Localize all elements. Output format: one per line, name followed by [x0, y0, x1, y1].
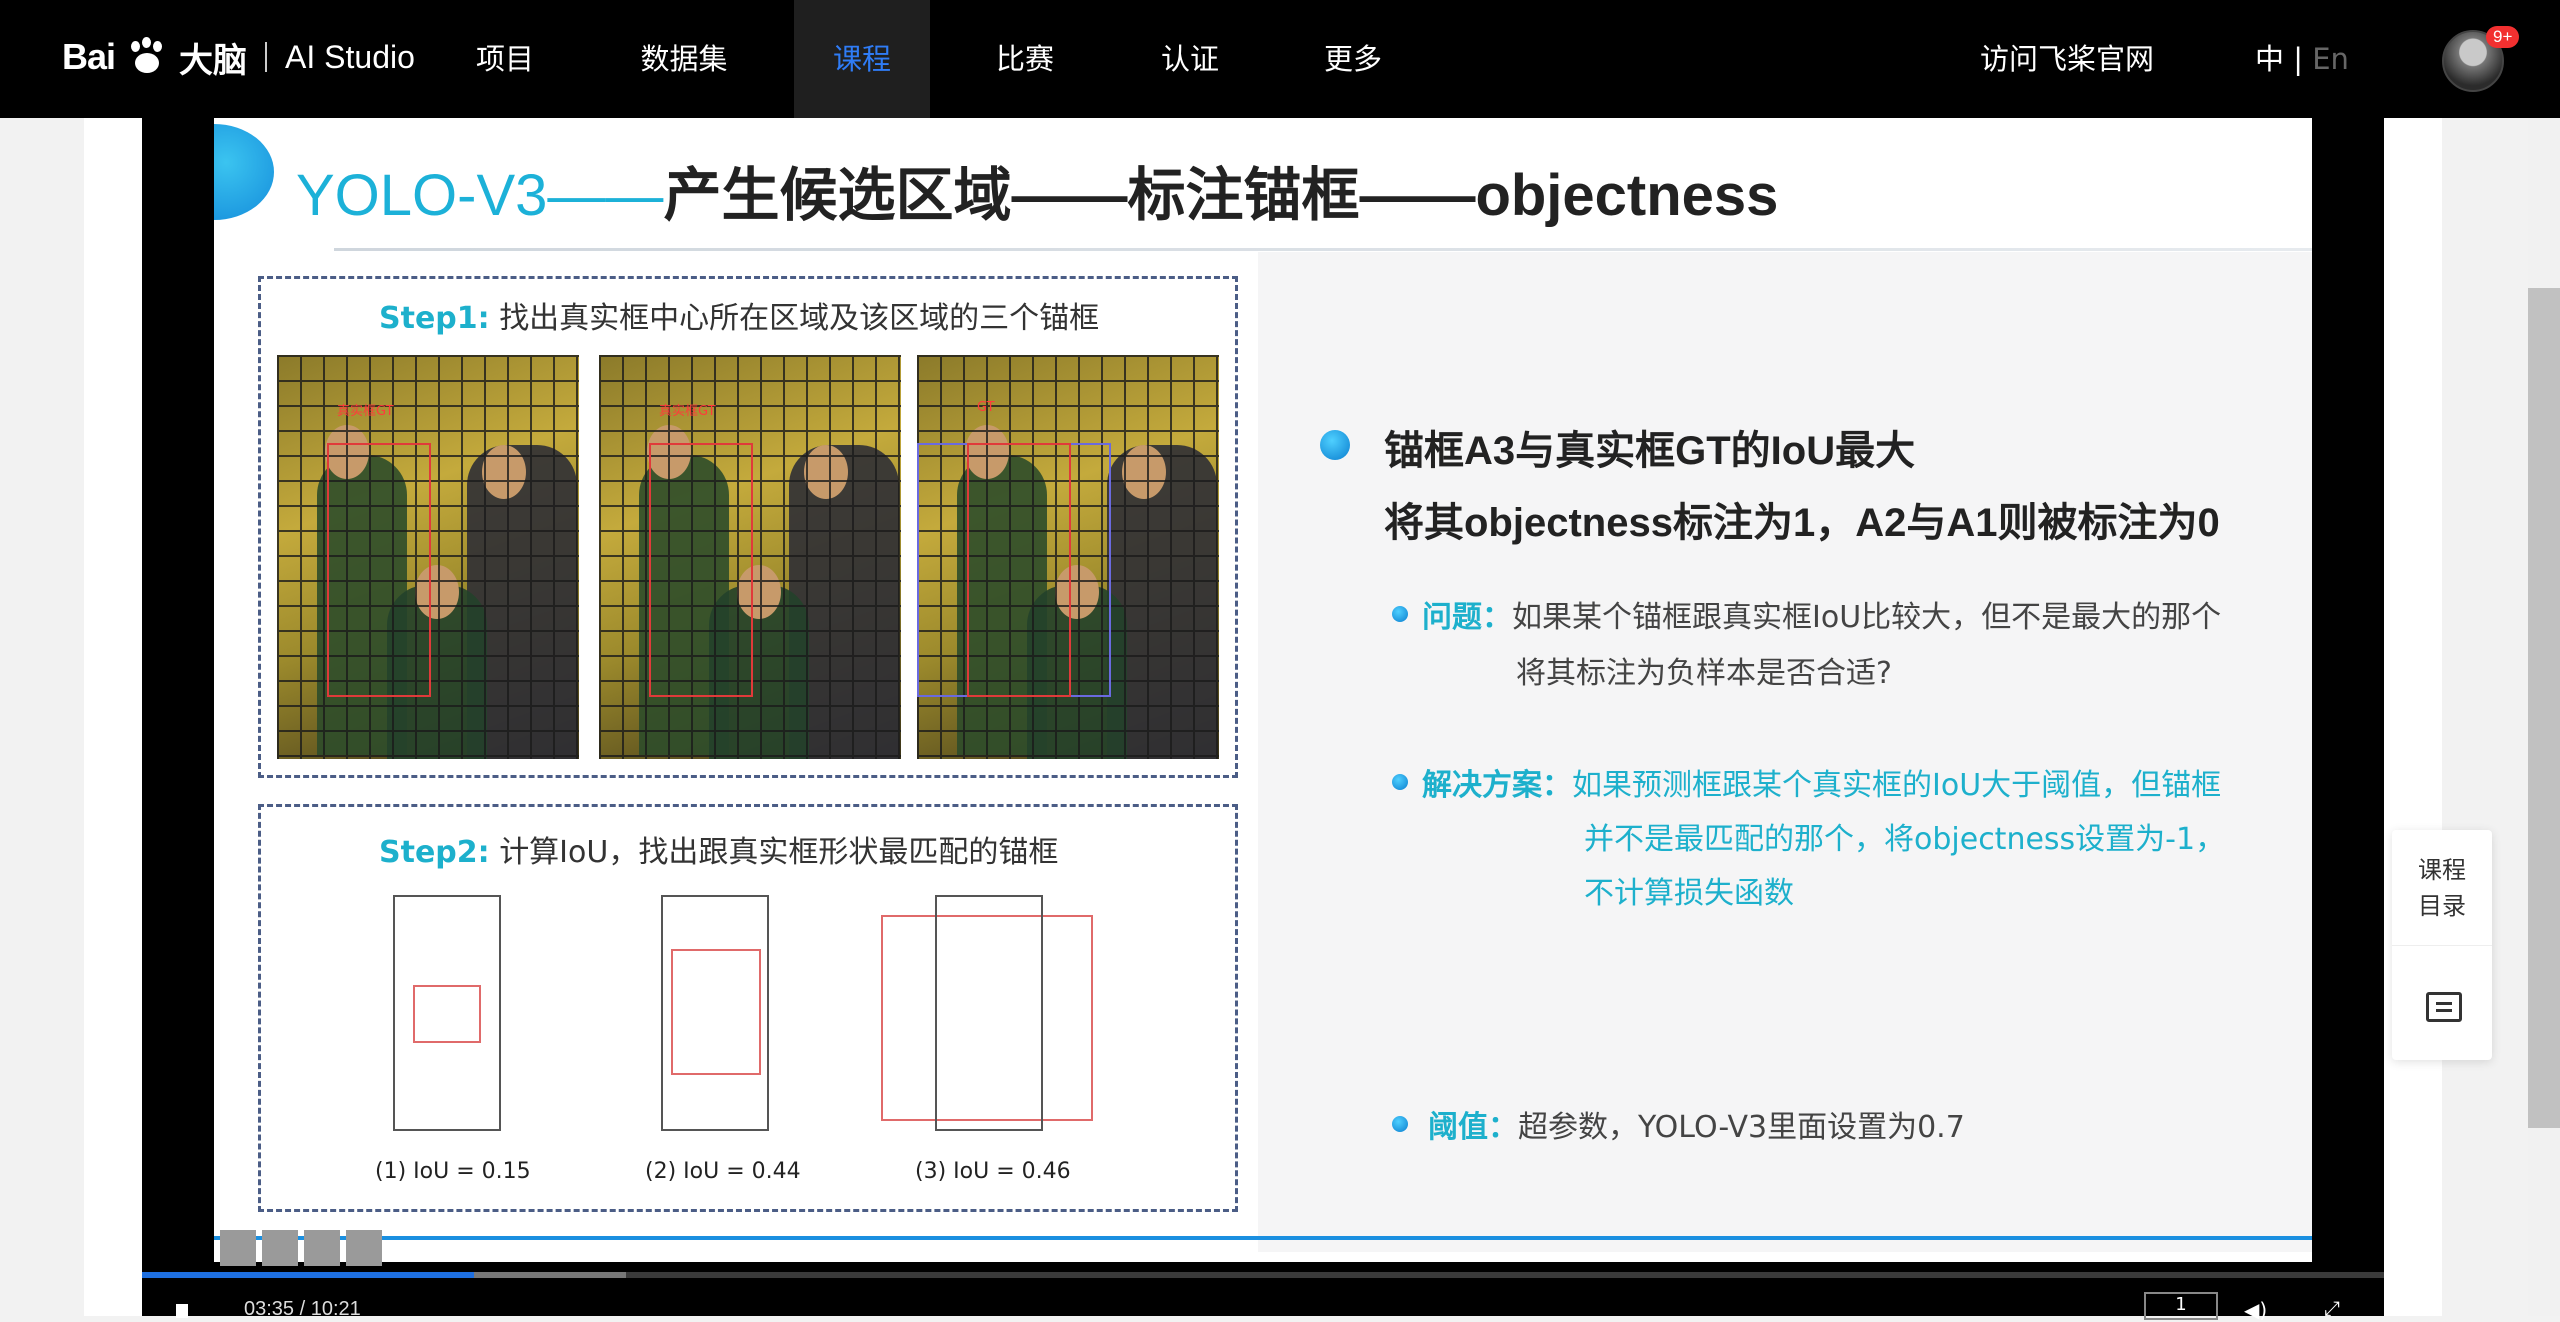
logo-studio-text: AI Studio — [285, 38, 415, 75]
player-control-bar — [142, 1278, 2384, 1316]
solution-bullet-icon — [1392, 774, 1408, 790]
course-catalog-button[interactable]: 课程 目录 — [2392, 852, 2492, 924]
threshold-key: 阈值： — [1428, 1110, 1518, 1145]
photo-1-gt-box — [327, 443, 431, 697]
solution-text: 如果预测框跟某个真实框的IoU大于阈值，但锚框 — [1572, 768, 2222, 803]
fullscreen-icon[interactable]: ⤢ — [2324, 1296, 2340, 1320]
next-slide-icon[interactable] — [346, 1230, 382, 1266]
iou1-caption: (1) IoU = 0.15 — [375, 1159, 531, 1184]
title-underline — [334, 248, 2312, 251]
nav-courses[interactable]: 课程 — [794, 0, 930, 118]
iou2-caption: (2) IoU = 0.44 — [645, 1159, 801, 1184]
logo-divider — [265, 42, 268, 72]
iou3-gt-rect — [935, 895, 1043, 1131]
question-bullet-icon — [1392, 606, 1408, 622]
lang-cn[interactable]: 中 — [2255, 42, 2284, 76]
logo-bai-text: Bai — [62, 36, 116, 77]
threshold-text: 超参数，YOLO-V3里面设置为0.7 — [1518, 1110, 1965, 1145]
side-floating-panel: 课程 目录 — [2392, 830, 2492, 1060]
iou3-caption: (3) IoU = 0.46 — [915, 1159, 1071, 1184]
photo-1-label: 真实框GT — [337, 404, 394, 419]
volume-icon[interactable]: ◀) — [2244, 1298, 2267, 1322]
visit-paddle-link[interactable]: 访问飞桨官网 — [1980, 0, 2154, 118]
solution-line1: 解决方案：如果预测框跟某个真实框的IoU大于阈值，但锚框 — [1422, 760, 2221, 804]
title-circle-decoration — [214, 124, 274, 220]
step2-heading: Step2: 计算IoU，找出跟真实框形状最匹配的锚框 — [379, 827, 1058, 871]
photo-1: 真实框GT — [277, 355, 579, 759]
question-key: 问题： — [1422, 600, 1512, 635]
slide-toolbar — [220, 1230, 382, 1266]
lang-separator: | — [2293, 42, 2304, 76]
main-point-line1: 锚框A3与真实框GT的IoU最大 — [1384, 429, 1916, 473]
catalog-line2: 目录 — [2418, 892, 2466, 920]
photo-3-label: GT — [977, 400, 995, 415]
page-scrollbar[interactable] — [2528, 118, 2560, 1316]
lang-en[interactable]: En — [2312, 42, 2349, 76]
logo-dunao-text: 大脑 — [179, 41, 248, 80]
question-text: 如果某个锚框跟真实框IoU比较大，但不是最大的那个 — [1512, 600, 2222, 635]
catalog-line1: 课程 — [2418, 856, 2466, 884]
solution-key: 解决方案： — [1422, 768, 1572, 803]
step1-heading: Step1: 找出真实框中心所在区域及该区域的三个锚框 — [379, 293, 1099, 337]
question-line1: 问题：如果某个锚框跟真实框IoU比较大，但不是最大的那个 — [1422, 592, 2221, 636]
baidu-aistudio-logo[interactable]: Bai 大脑 AI Studio — [62, 22, 415, 92]
solution-line2: 并不是最匹配的那个，将objectness设置为-1， — [1584, 822, 2226, 857]
pen-icon[interactable] — [262, 1230, 298, 1266]
top-nav: Bai 大脑 AI Studio 项目 数据集 课程 比赛 认证 更多 访问飞桨… — [0, 0, 2560, 118]
main-point-line2: 将其objectness标注为1，A2与A1则被标注为0 — [1384, 501, 2220, 545]
nav-more[interactable]: 更多 — [1308, 0, 1398, 118]
scrollbar-thumb[interactable] — [2528, 288, 2560, 1128]
slide-title-rest: 产生候选区域——标注锚框——objectness — [663, 163, 1779, 228]
threshold-line: 阈值：超参数，YOLO-V3里面设置为0.7 — [1428, 1102, 1965, 1146]
language-switch[interactable]: 中 | En — [2255, 0, 2349, 118]
slide-title: YOLO-V3——产生候选区域——标注锚框——objectness — [296, 148, 1778, 232]
slide-bottom-line — [214, 1236, 2312, 1240]
photo-3-gt-box — [967, 443, 1071, 697]
step2-box: Step2: 计算IoU，找出跟真实框形状最匹配的锚框 (1) IoU = 0.… — [258, 804, 1238, 1212]
main-bullet-icon — [1320, 430, 1350, 460]
nav-certification[interactable]: 认证 — [1145, 0, 1235, 118]
solution-line3: 不计算损失函数 — [1584, 876, 1794, 911]
photo-2-label: 真实框GT — [659, 404, 716, 419]
playback-time: 03:35 / 10:21 — [244, 1298, 361, 1320]
slide-frame: YOLO-V3——产生候选区域——标注锚框——objectness Step1:… — [214, 118, 2312, 1262]
slide-title-yolo: YOLO-V3—— — [296, 163, 664, 228]
question-line2: 将其标注为负样本是否合适? — [1516, 656, 1892, 691]
threshold-bullet-icon — [1392, 1116, 1408, 1132]
step1-box: Step1: 找出真实框中心所在区域及该区域的三个锚框 真实框GT 真实框GT … — [258, 276, 1238, 778]
nav-datasets[interactable]: 数据集 — [624, 0, 744, 118]
side-panel-divider — [2392, 945, 2492, 946]
step2-label: Step2: — [379, 835, 490, 870]
notification-badge: 9+ — [2486, 26, 2520, 48]
step1-text: 找出真实框中心所在区域及该区域的三个锚框 — [499, 301, 1100, 336]
comment-icon[interactable] — [2426, 992, 2462, 1022]
iou2-anchor-rect — [671, 949, 761, 1075]
photo-2-gt-box — [649, 443, 753, 697]
prev-slide-icon[interactable] — [220, 1230, 256, 1266]
step2-text: 计算IoU，找出跟真实框形状最匹配的锚框 — [499, 835, 1059, 870]
photo-3: GT — [917, 355, 1219, 759]
step1-label: Step1: — [379, 301, 490, 336]
iou1-anchor-rect — [413, 985, 481, 1043]
paw-icon — [127, 37, 167, 77]
photo-2: 真实框GT — [599, 355, 901, 759]
menu-icon[interactable] — [304, 1230, 340, 1266]
nav-projects[interactable]: 项目 — [460, 0, 550, 118]
nav-competitions[interactable]: 比赛 — [980, 0, 1070, 118]
